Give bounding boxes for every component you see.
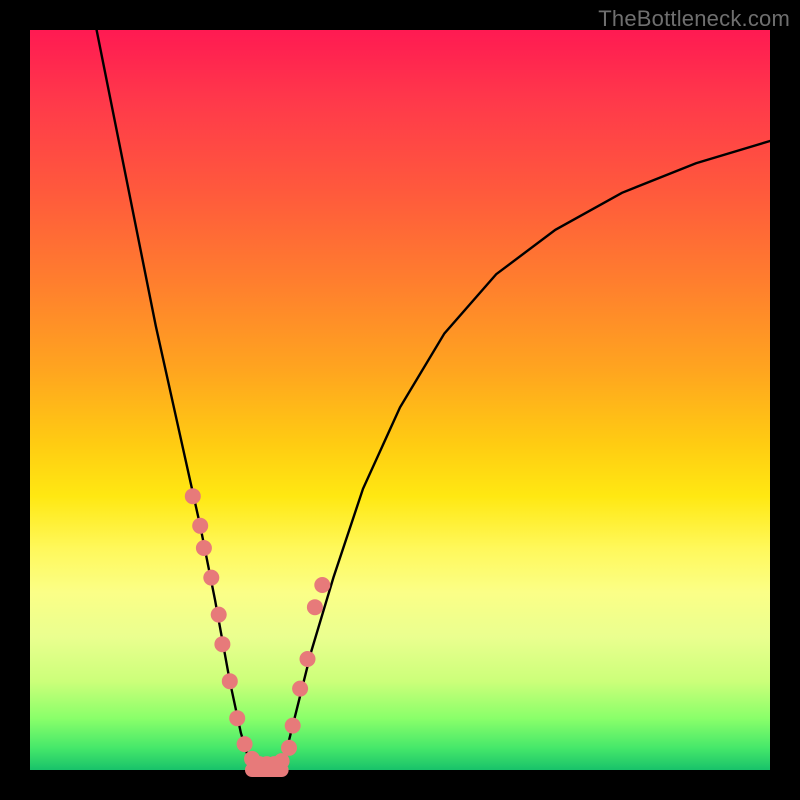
data-point (314, 577, 330, 593)
data-point (211, 607, 227, 623)
chart-frame: TheBottleneck.com (0, 0, 800, 800)
data-point (229, 710, 245, 726)
data-point (185, 488, 201, 504)
data-point (237, 736, 253, 752)
data-point (196, 540, 212, 556)
data-point (214, 636, 230, 652)
data-point (300, 651, 316, 667)
data-point (203, 570, 219, 586)
data-point (307, 599, 323, 615)
chart-svg (30, 30, 770, 770)
scatter-points (185, 488, 330, 772)
data-point (285, 718, 301, 734)
right-curve (282, 141, 770, 770)
data-point (192, 518, 208, 534)
watermark-text: TheBottleneck.com (598, 6, 790, 32)
left-curve (97, 30, 252, 770)
data-point (222, 673, 238, 689)
plot-area (30, 30, 770, 770)
data-point (281, 740, 297, 756)
data-point (292, 681, 308, 697)
